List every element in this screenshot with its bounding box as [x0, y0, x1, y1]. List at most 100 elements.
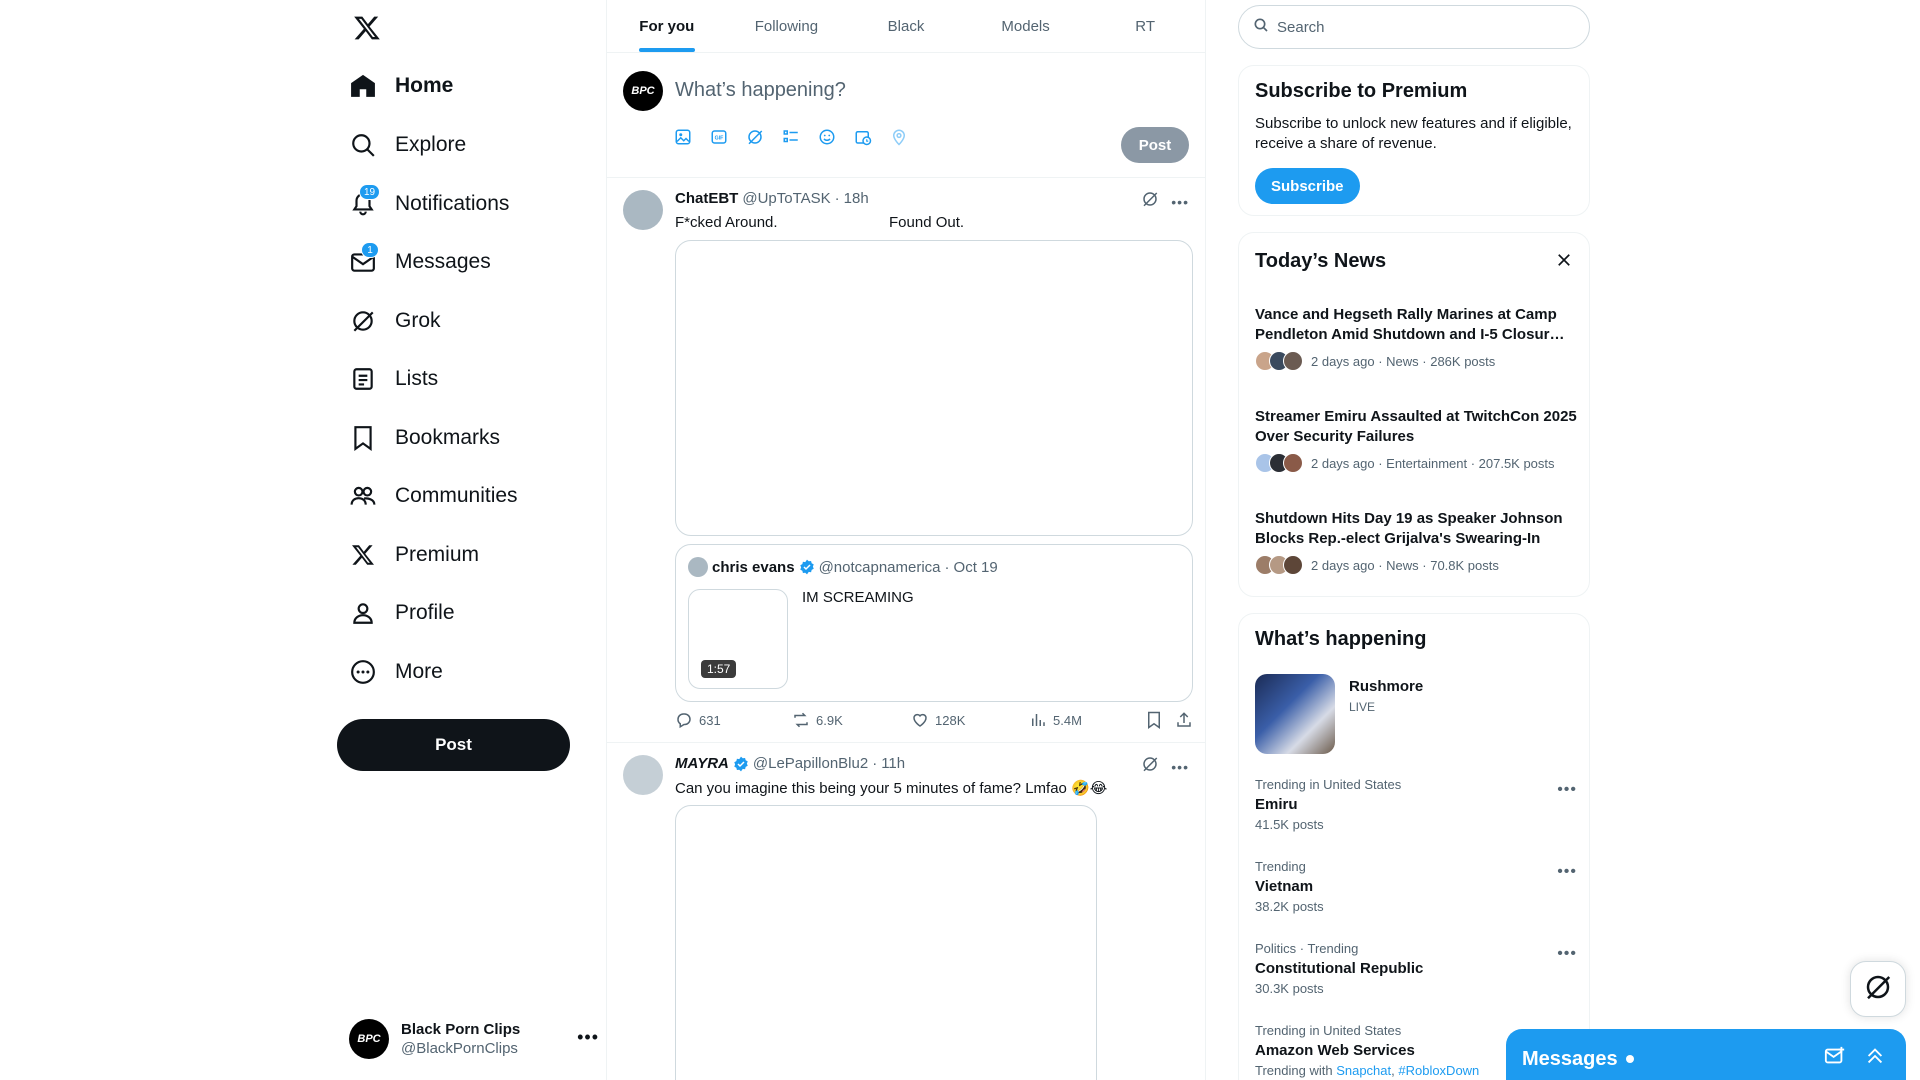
account-switcher[interactable]: BPC Black Porn Clips @BlackPornClips •••	[349, 1015, 599, 1063]
verified-badge-icon	[733, 756, 749, 772]
trend-item[interactable]: Politics · Trending Constitutional Repub…	[1255, 941, 1577, 996]
nav-more[interactable]: More	[349, 648, 443, 696]
nav-bookmarks[interactable]: Bookmarks	[349, 414, 500, 462]
nav-premium[interactable]: Premium	[349, 531, 479, 579]
compose-input[interactable]: What’s happening?	[675, 79, 846, 102]
trend-link[interactable]: #RobloxDown	[1398, 1063, 1479, 1078]
tweet-header: ChatEBT @UpToTASK · 18h	[675, 190, 869, 207]
trend-item[interactable]: Trending Vietnam 38.2K posts •••	[1255, 859, 1577, 914]
post-button[interactable]: Post	[337, 719, 570, 771]
schedule-icon[interactable]	[851, 125, 875, 149]
quote-time: Oct 19	[953, 558, 998, 576]
more-dots-icon[interactable]: •••	[1171, 759, 1189, 775]
composer-toolbar: GIF	[671, 125, 911, 149]
close-icon[interactable]	[1555, 251, 1573, 274]
nav-grok[interactable]: Grok	[349, 297, 441, 345]
nav-label: Notifications	[395, 192, 510, 215]
main-timeline: For you Following Black Models RT BPC Wh…	[606, 0, 1206, 1080]
more-dots-icon[interactable]: •••	[1557, 863, 1577, 881]
media-placeholder[interactable]	[675, 240, 1193, 536]
author-handle[interactable]: @UpToTASK	[742, 190, 830, 207]
separator: ·	[872, 755, 878, 772]
search-bar[interactable]	[1238, 5, 1590, 49]
news-meta: 2 days ago · News · 286K posts	[1311, 353, 1496, 369]
trend-link[interactable]: Snapchat	[1336, 1063, 1391, 1078]
subscribe-button[interactable]: Subscribe	[1255, 168, 1360, 204]
nav-home[interactable]: Home	[349, 62, 453, 110]
more-dots-icon[interactable]: •••	[577, 1027, 599, 1048]
bookmark-icon[interactable]	[1145, 711, 1175, 729]
chevron-up-icon[interactable]	[1864, 1045, 1886, 1072]
trend-name: Emiru	[1255, 796, 1298, 813]
nav-notifications[interactable]: 19 Notifications	[349, 180, 509, 228]
tweet[interactable]: ChatEBT @UpToTASK · 18h ••• F*cked Aroun…	[607, 178, 1205, 743]
more-dots-icon[interactable]: •••	[1557, 945, 1577, 963]
tab-for-you[interactable]: For you	[607, 0, 727, 52]
trend-context: Trending	[1255, 859, 1306, 874]
avatar-stack	[1255, 453, 1303, 473]
view-count: 5.4M	[1053, 712, 1082, 728]
live-name[interactable]: Rushmore	[1349, 678, 1423, 695]
quote-author-handle: @notcapnamerica	[818, 558, 941, 576]
news-headline: Vance and Hegseth Rally Marines at Camp …	[1255, 306, 1565, 343]
tweet[interactable]: MAYRA @LePapillonBlu2 · 11h ••• Can you …	[607, 743, 1205, 1080]
nav-communities[interactable]: Communities	[349, 472, 518, 520]
news-item[interactable]: Streamer Emiru Assaulted at TwitchCon 20…	[1255, 407, 1577, 473]
verified-badge-icon	[799, 559, 815, 575]
quoted-tweet[interactable]: chris evans @notcapnamerica · Oct 19 1:5…	[675, 544, 1193, 702]
news-title: Today’s News	[1255, 250, 1387, 272]
media-placeholder[interactable]	[675, 805, 1097, 1080]
trend-item[interactable]: Trending in United States Emiru 41.5K po…	[1255, 777, 1577, 832]
share-icon[interactable]	[1175, 711, 1193, 729]
tweet-time[interactable]: 18h	[844, 190, 869, 207]
timeline-tabs: For you Following Black Models RT	[607, 0, 1205, 53]
location-icon[interactable]	[887, 125, 911, 149]
video-duration: 1:57	[701, 660, 737, 678]
tab-rt[interactable]: RT	[1085, 0, 1205, 52]
messages-drawer[interactable]: Messages	[1506, 1029, 1906, 1080]
views-button[interactable]: 5.4M	[1029, 711, 1145, 729]
repost-button[interactable]: 6.9K	[792, 711, 911, 729]
grok-icon[interactable]	[743, 125, 767, 149]
author-name[interactable]: ChatEBT	[675, 190, 738, 207]
nav-lists[interactable]: Lists	[349, 355, 438, 403]
new-message-icon[interactable]	[1824, 1045, 1846, 1072]
nav-explore[interactable]: Explore	[349, 121, 466, 169]
author-handle[interactable]: @LePapillonBlu2	[753, 755, 868, 772]
separator: ·	[944, 558, 950, 576]
more-dots-icon[interactable]: •••	[1557, 781, 1577, 799]
live-thumbnail[interactable]	[1255, 674, 1335, 754]
tab-black[interactable]: Black	[846, 0, 966, 52]
avatar: BPC	[623, 71, 663, 111]
image-icon[interactable]	[671, 125, 695, 149]
poll-icon[interactable]	[779, 125, 803, 149]
search-input[interactable]	[1277, 18, 1557, 36]
x-logo-icon[interactable]	[349, 10, 385, 46]
trend-count: 38.2K posts	[1255, 899, 1324, 914]
author-name[interactable]: MAYRA	[675, 755, 729, 772]
nav-profile[interactable]: Profile	[349, 589, 455, 637]
composer-post-button[interactable]: Post	[1121, 127, 1189, 163]
grok-floating-button[interactable]	[1850, 961, 1906, 1017]
like-button[interactable]: 128K	[911, 711, 1029, 729]
nav-messages[interactable]: 1 Messages	[349, 238, 491, 286]
emoji-icon[interactable]	[815, 125, 839, 149]
news-item[interactable]: Vance and Hegseth Rally Marines at Camp …	[1255, 305, 1577, 371]
grok-icon[interactable]	[1141, 755, 1159, 778]
avatar[interactable]	[623, 190, 663, 230]
tweet-time[interactable]: 11h	[881, 755, 905, 772]
more-dots-icon[interactable]: •••	[1171, 194, 1189, 210]
avatar[interactable]	[623, 755, 663, 795]
notification-badge: 19	[359, 184, 381, 200]
people-icon	[349, 482, 377, 510]
grok-icon[interactable]	[1141, 190, 1159, 213]
quote-video-thumbnail[interactable]: 1:57	[688, 589, 788, 689]
avatar-stack	[1255, 351, 1303, 371]
gif-icon[interactable]: GIF	[707, 125, 731, 149]
reply-button[interactable]: 631	[675, 711, 792, 729]
tab-models[interactable]: Models	[966, 0, 1086, 52]
trend-name: Constitutional Republic	[1255, 960, 1424, 977]
news-item[interactable]: Shutdown Hits Day 19 as Speaker Johnson …	[1255, 509, 1577, 575]
nav-label: Lists	[395, 367, 439, 390]
tab-following[interactable]: Following	[727, 0, 847, 52]
